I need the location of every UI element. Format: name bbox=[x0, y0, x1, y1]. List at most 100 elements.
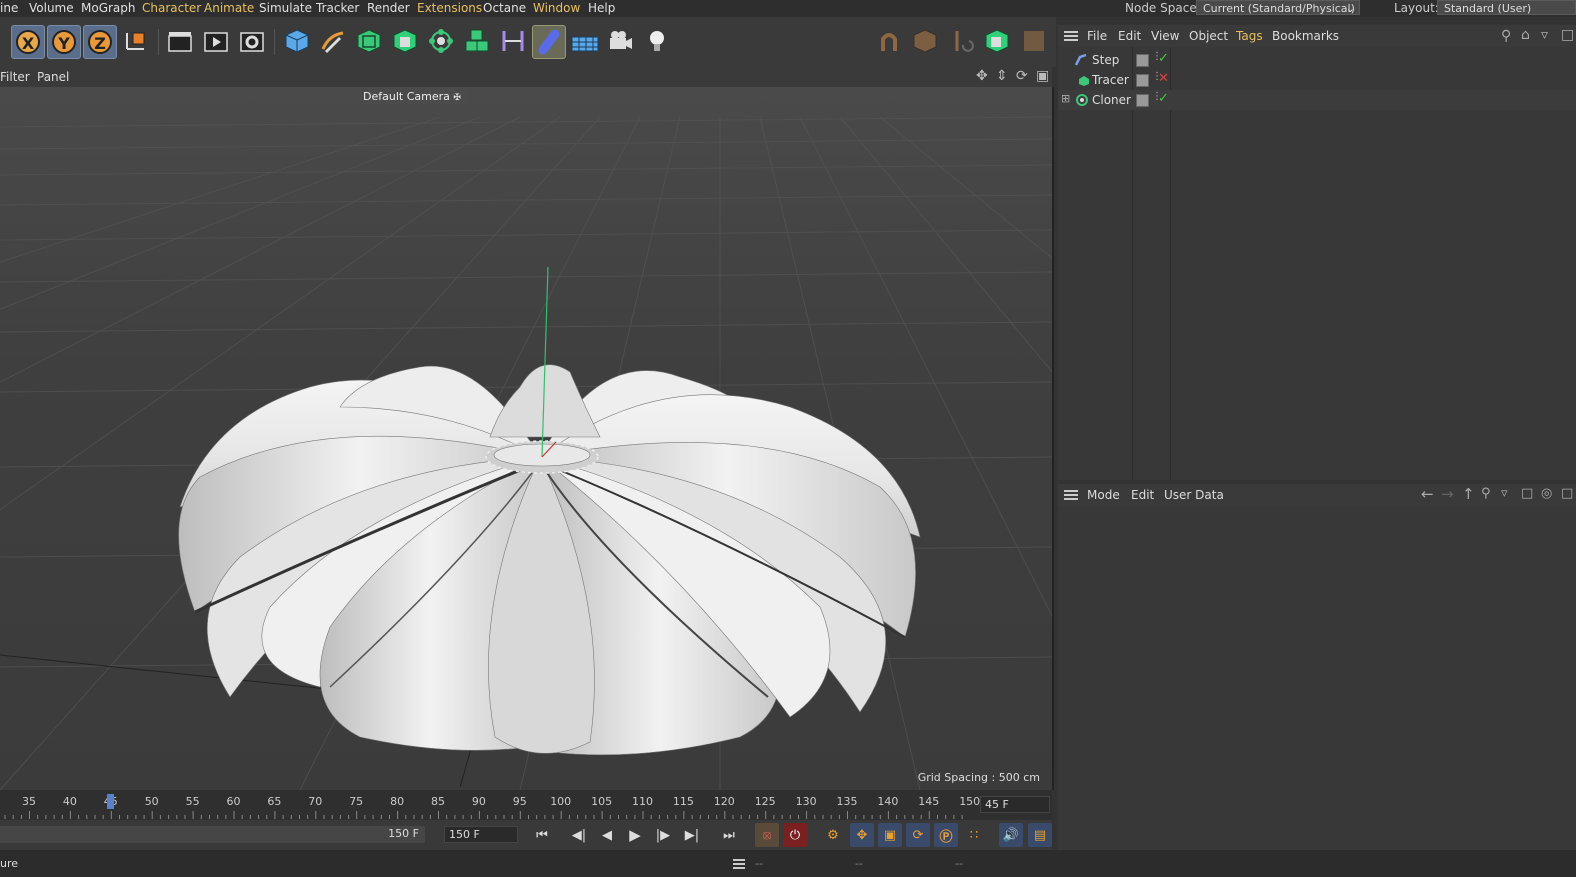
field-button[interactable] bbox=[532, 25, 566, 59]
menu-animate[interactable]: Animate bbox=[204, 1, 254, 15]
node-space-dropdown[interactable]: Current (Standard/Physical) ⌄ bbox=[1196, 0, 1360, 15]
enabled-check-icon[interactable]: ✓ bbox=[1158, 91, 1169, 106]
autokey-button[interactable]: ⏻ bbox=[783, 823, 807, 847]
expand-plus-icon[interactable]: ⊞ bbox=[1061, 92, 1070, 105]
play-button[interactable]: ▶ bbox=[624, 825, 646, 845]
obj-menu-file[interactable]: File bbox=[1087, 29, 1107, 43]
next-key-button[interactable]: ▶| bbox=[681, 825, 703, 845]
attr-menu-user-data[interactable]: User Data bbox=[1164, 488, 1224, 502]
zoom-view-icon[interactable]: ⇕ bbox=[996, 68, 1008, 84]
search-icon[interactable]: ⚲ bbox=[1501, 28, 1511, 44]
lock-icon[interactable]: □ bbox=[1521, 486, 1533, 501]
layer-checkbox[interactable] bbox=[1136, 94, 1149, 107]
obj-menu-tags[interactable]: Tags bbox=[1236, 29, 1263, 43]
new-window-icon[interactable]: □ bbox=[1561, 486, 1573, 501]
home-icon[interactable]: ⌂ bbox=[1521, 27, 1530, 43]
coordinate-system-button[interactable] bbox=[120, 25, 152, 57]
playhead-marker[interactable] bbox=[107, 794, 114, 809]
parameter-key-button[interactable]: Ⓟ bbox=[934, 823, 958, 847]
render-settings-button[interactable] bbox=[236, 25, 268, 57]
object-row-cloner[interactable]: ⊞ Cloner ⋮ ✓ bbox=[1058, 90, 1576, 110]
3d-viewport[interactable]: Default Camera ✠ Grid Spacing : 500 cm bbox=[0, 87, 1054, 790]
object-row-tracer[interactable]: Tracer ⋮ ✕ bbox=[1058, 70, 1576, 90]
menu-window[interactable]: Window bbox=[533, 1, 580, 15]
deformer-button[interactable] bbox=[497, 25, 529, 57]
maximize-view-icon[interactable]: ▣ bbox=[1036, 68, 1049, 84]
render-view-button[interactable] bbox=[164, 25, 196, 57]
film-strip-button[interactable]: ▤ bbox=[1028, 823, 1052, 847]
keyframe-selection-button[interactable]: ⚙ bbox=[821, 823, 845, 847]
record-active-button[interactable]: ⦻ bbox=[755, 823, 779, 847]
go-to-start-button[interactable]: ⏮ bbox=[531, 825, 553, 845]
hamburger-menu-icon[interactable] bbox=[1064, 31, 1078, 33]
z-axis-lock-button[interactable]: Z bbox=[83, 25, 117, 59]
texture-mode-button[interactable] bbox=[1018, 25, 1050, 57]
hamburger-menu-icon[interactable] bbox=[733, 859, 745, 861]
go-to-end-button[interactable]: ⏭ bbox=[718, 825, 740, 845]
hamburger-menu-icon[interactable] bbox=[1064, 490, 1078, 492]
make-editable-button[interactable] bbox=[981, 25, 1013, 57]
range-slider[interactable]: 150 F bbox=[0, 826, 425, 843]
menu-tracker[interactable]: Tracker bbox=[316, 1, 359, 15]
camera-button[interactable] bbox=[605, 25, 637, 57]
attr-menu-mode[interactable]: Mode bbox=[1087, 488, 1120, 502]
scale-key-button[interactable]: ▣ bbox=[878, 823, 902, 847]
menu-render[interactable]: Render bbox=[367, 1, 410, 15]
end-frame-field[interactable]: 150 F bbox=[444, 826, 518, 843]
menu-mograph[interactable]: MoGraph bbox=[81, 1, 136, 15]
previous-frame-button[interactable]: ◀ bbox=[596, 825, 618, 845]
previous-key-button[interactable]: ◀​| bbox=[568, 825, 590, 845]
viewport-menu-filter[interactable]: Filter bbox=[0, 70, 30, 84]
filter-icon[interactable]: ▿ bbox=[1541, 27, 1548, 43]
pen-spline-button[interactable] bbox=[317, 25, 349, 57]
obj-menu-bookmarks[interactable]: Bookmarks bbox=[1272, 29, 1339, 43]
menu-octane[interactable]: Octane bbox=[483, 1, 526, 15]
subdivision-surface-button[interactable] bbox=[353, 25, 385, 57]
next-frame-button[interactable]: |▶ bbox=[652, 825, 674, 845]
camera-label[interactable]: Default Camera ✠ bbox=[361, 90, 467, 104]
sound-button[interactable]: 🔊 bbox=[999, 823, 1023, 847]
position-key-button[interactable]: ✥ bbox=[850, 823, 874, 847]
light-button[interactable] bbox=[641, 25, 673, 57]
object-row-step[interactable]: Step ⋮ ✓ bbox=[1058, 50, 1576, 70]
magnet-snap-button[interactable] bbox=[873, 25, 905, 57]
extrude-button[interactable] bbox=[389, 25, 421, 57]
obj-menu-object[interactable]: Object bbox=[1189, 29, 1228, 43]
attr-menu-edit[interactable]: Edit bbox=[1131, 488, 1154, 502]
search-icon[interactable]: ⚲ bbox=[1481, 486, 1491, 501]
move-view-icon[interactable]: ✥ bbox=[976, 68, 988, 84]
y-axis-lock-button[interactable]: Y bbox=[47, 25, 81, 59]
cube-button[interactable] bbox=[281, 25, 313, 57]
menu-volume[interactable]: Volume bbox=[29, 1, 74, 15]
rotate-view-icon[interactable]: ⟳ bbox=[1016, 68, 1028, 84]
forward-arrow-icon[interactable]: → bbox=[1441, 485, 1454, 503]
new-window-icon[interactable]: □ bbox=[1561, 27, 1574, 43]
point-level-key-button[interactable]: ∷ bbox=[962, 823, 986, 847]
layout-dropdown[interactable]: Standard (User) bbox=[1437, 0, 1576, 15]
back-arrow-icon[interactable]: ← bbox=[1421, 485, 1434, 503]
up-arrow-icon[interactable]: ↑ bbox=[1462, 485, 1475, 503]
menu-character[interactable]: Character bbox=[142, 1, 201, 15]
viewport-menu-panel[interactable]: Panel bbox=[37, 70, 69, 84]
target-icon[interactable]: ◎ bbox=[1541, 486, 1552, 501]
layer-checkbox[interactable] bbox=[1136, 54, 1149, 67]
obj-menu-edit[interactable]: Edit bbox=[1118, 29, 1141, 43]
x-axis-lock-button[interactable]: X bbox=[11, 25, 45, 59]
rotation-key-button[interactable]: ⟳ bbox=[906, 823, 930, 847]
obj-menu-view[interactable]: View bbox=[1151, 29, 1179, 43]
enabled-check-icon[interactable]: ✓ bbox=[1158, 51, 1169, 66]
menu-help[interactable]: Help bbox=[588, 1, 615, 15]
workplane-button[interactable] bbox=[909, 25, 941, 57]
environment-button[interactable] bbox=[569, 25, 601, 57]
current-frame-field[interactable]: 45 F bbox=[980, 796, 1050, 813]
menu-extensions[interactable]: Extensions bbox=[417, 1, 482, 15]
disabled-cross-icon[interactable]: ✕ bbox=[1158, 71, 1169, 86]
axis-modify-button[interactable] bbox=[945, 25, 977, 57]
layer-checkbox[interactable] bbox=[1136, 74, 1149, 87]
render-to-picture-viewer-button[interactable] bbox=[200, 25, 232, 57]
cloner-button[interactable] bbox=[425, 25, 457, 57]
filter-icon[interactable]: ▿ bbox=[1501, 486, 1508, 501]
menu-simulate[interactable]: Simulate bbox=[259, 1, 312, 15]
mograph-fracture-button[interactable] bbox=[461, 25, 493, 57]
timeline-ruler[interactable]: 3540455055606570758085909510010511011512… bbox=[0, 790, 1052, 820]
